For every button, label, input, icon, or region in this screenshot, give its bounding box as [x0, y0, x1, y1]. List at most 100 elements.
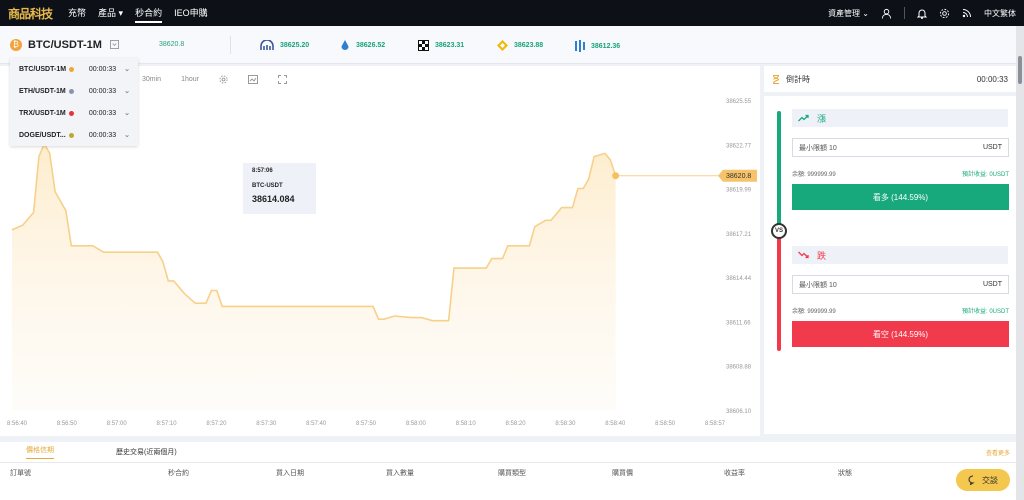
caret-down-icon: ▾	[118, 8, 124, 18]
y-tick-label: 38619.99	[726, 188, 752, 194]
hourglass-icon	[773, 74, 780, 84]
chevron-down-icon: ⌄	[124, 110, 130, 117]
nav-products[interactable]: 產品 ▾	[98, 0, 123, 26]
x-tick-label: 8:58:50	[655, 421, 676, 427]
rss-icon[interactable]	[962, 8, 972, 18]
asset-menu[interactable]: 資產管理 ⌄	[828, 8, 869, 19]
balance-text: 余額: 999999.99	[792, 309, 836, 315]
orders-tabs: 價格信期 歷史交易(近兩個月) 查看更多	[0, 442, 1024, 463]
balance-text: 余額: 999999.99	[792, 172, 836, 178]
dropdown-item[interactable]: DOGE/USDT... 00:00:33 ⌄	[10, 124, 138, 146]
trade-form: VS 漲 最小限額 10 USDT 余額: 999999.99 預計收益: 0U…	[764, 96, 1016, 434]
logo-text: 商品科技	[8, 6, 53, 21]
column-header: 購買類型	[498, 470, 526, 477]
x-tick-label: 8:58:57	[705, 421, 726, 427]
chart-tooltip: 8:57:06 BTC-USDT 38614.084	[243, 163, 316, 214]
down-info: 余額: 999999.99 預計收益: 0USDT	[792, 306, 1009, 315]
amount-placeholder: 最小限額 10	[799, 281, 837, 289]
nav-second-contract[interactable]: 秒合約	[135, 0, 163, 26]
x-tick-label: 8:57:00	[107, 421, 128, 427]
x-tick-label: 8:58:40	[605, 421, 626, 427]
trade-panel: 倒計時 00:00:33 VS 漲 最小限額 10 USDT 余額: 99999…	[764, 66, 1016, 438]
x-tick-label: 8:56:40	[7, 421, 28, 427]
nav-ieo[interactable]: IEO申購	[174, 0, 208, 26]
dropdown-item[interactable]: TRX/USDT-1M 00:00:33 ⌄	[10, 102, 138, 124]
exchange-price: 38626.52	[356, 42, 386, 49]
countdown-label: 倒計時	[786, 74, 810, 84]
pair-selector-icon[interactable]	[109, 40, 119, 49]
chevron-down-icon: ⌄	[862, 8, 869, 18]
coin-dot-icon	[68, 132, 74, 138]
scrollbar-track[interactable]	[1016, 26, 1024, 500]
vs-bar: VS	[771, 111, 787, 351]
chat-label: 交談	[982, 475, 998, 485]
pair-title[interactable]: BTC/USDT-1M	[28, 39, 102, 51]
column-header: 秒合約	[168, 470, 189, 477]
exchange-price: 38612.36	[591, 42, 621, 50]
chat-button[interactable]: 交談	[956, 469, 1010, 491]
x-tick-label: 8:57:40	[306, 421, 327, 427]
scrollbar-thumb[interactable]	[1018, 56, 1022, 84]
y-tick-label: 38617.21	[726, 232, 752, 238]
amount-unit: USDT	[982, 281, 1002, 288]
countdown-bar: 倒計時 00:00:33	[764, 66, 1016, 92]
coin-dot-icon	[68, 88, 74, 94]
amount-placeholder: 最小限額 10	[799, 144, 837, 152]
up-info: 余額: 999999.99 預計收益: 0USDT	[792, 169, 1009, 178]
dropdown-pair: ETH/USDT-1M	[19, 87, 66, 95]
x-tick-label: 8:56:50	[57, 421, 78, 427]
y-tick-label: 38611.66	[726, 320, 751, 326]
sell-short-button[interactable]: 看空 (144.59%)	[792, 321, 1009, 347]
vs-badge: VS	[771, 223, 787, 239]
asset-menu-label: 資產管理	[828, 8, 861, 18]
x-tick-label: 8:57:30	[256, 421, 277, 427]
chevron-down-icon: ⌄	[124, 132, 130, 139]
countdown-value: 00:00:33	[976, 74, 1008, 84]
column-header: 收益率	[724, 470, 745, 477]
dropdown-item[interactable]: ETH/USDT-1M 00:00:33 ⌄	[10, 80, 138, 102]
dropdown-time: 00:00:33	[88, 109, 117, 117]
exchange-price: 38625.20	[280, 41, 310, 49]
nav-deposit[interactable]: 充幣	[68, 0, 86, 26]
gear-icon[interactable]	[939, 8, 950, 19]
exchange-price: 38623.88	[514, 42, 544, 49]
expected-profit-text: 預計收益: 0USDT	[961, 309, 1009, 315]
buy-long-button[interactable]: 看多 (144.59%)	[792, 184, 1009, 210]
brand-logo[interactable]: 商品科技	[8, 4, 56, 22]
tab-history[interactable]: 歷史交易(近兩個月)	[116, 447, 177, 457]
up-amount-input[interactable]: 最小限額 10 USDT	[792, 138, 1009, 157]
binance-icon	[497, 40, 508, 51]
x-tick-label: 8:57:50	[356, 421, 377, 427]
exchange-drop: 38626.52	[340, 40, 385, 51]
x-tick-label: 8:58:30	[555, 421, 576, 427]
dropdown-pair: DOGE/USDT...	[19, 131, 66, 139]
chevron-down-icon: ⌄	[124, 66, 130, 73]
x-tick-label: 8:58:10	[456, 421, 477, 427]
column-header: 訂單號	[10, 470, 31, 477]
user-icon[interactable]	[881, 8, 892, 19]
coin-dot-icon	[69, 66, 75, 72]
current-price-tag: 38620.8	[718, 169, 757, 182]
bell-icon[interactable]	[917, 8, 927, 19]
trend-up-icon	[798, 114, 809, 122]
dropdown-time: 00:00:33	[88, 87, 117, 95]
down-amount-input[interactable]: 最小限額 10 USDT	[792, 275, 1009, 294]
exchange-okx: 38623.31	[418, 40, 464, 51]
dropdown-item[interactable]: BTC/USDT-1M 00:00:33 ⌄	[10, 58, 138, 80]
y-tick-label: 38622.77	[726, 143, 752, 149]
view-more-link[interactable]: 查看更多	[986, 448, 1010, 457]
btc-coin-icon: ₿	[10, 38, 22, 51]
expected-profit-text: 預計收益: 0USDT	[961, 172, 1009, 178]
ticker-bar: ₿ BTC/USDT-1M 38620.8 38625.20 38626.52 …	[0, 26, 1024, 64]
current-price-label: 38620.8	[726, 173, 751, 180]
tab-open-orders[interactable]: 價格信期	[26, 445, 54, 459]
y-tick-label: 38625.55	[726, 99, 752, 105]
down-section-header: 跌	[792, 246, 1008, 264]
dropdown-time: 00:00:33	[88, 131, 117, 139]
dropdown-time: 00:00:33	[88, 65, 117, 73]
drop-icon	[341, 40, 349, 50]
language-select[interactable]: 中文繁体	[984, 8, 1016, 19]
tooltip-value: 38614.084	[252, 194, 295, 204]
y-tick-label: 38606.10	[726, 409, 752, 415]
column-header: 狀態	[838, 470, 852, 477]
